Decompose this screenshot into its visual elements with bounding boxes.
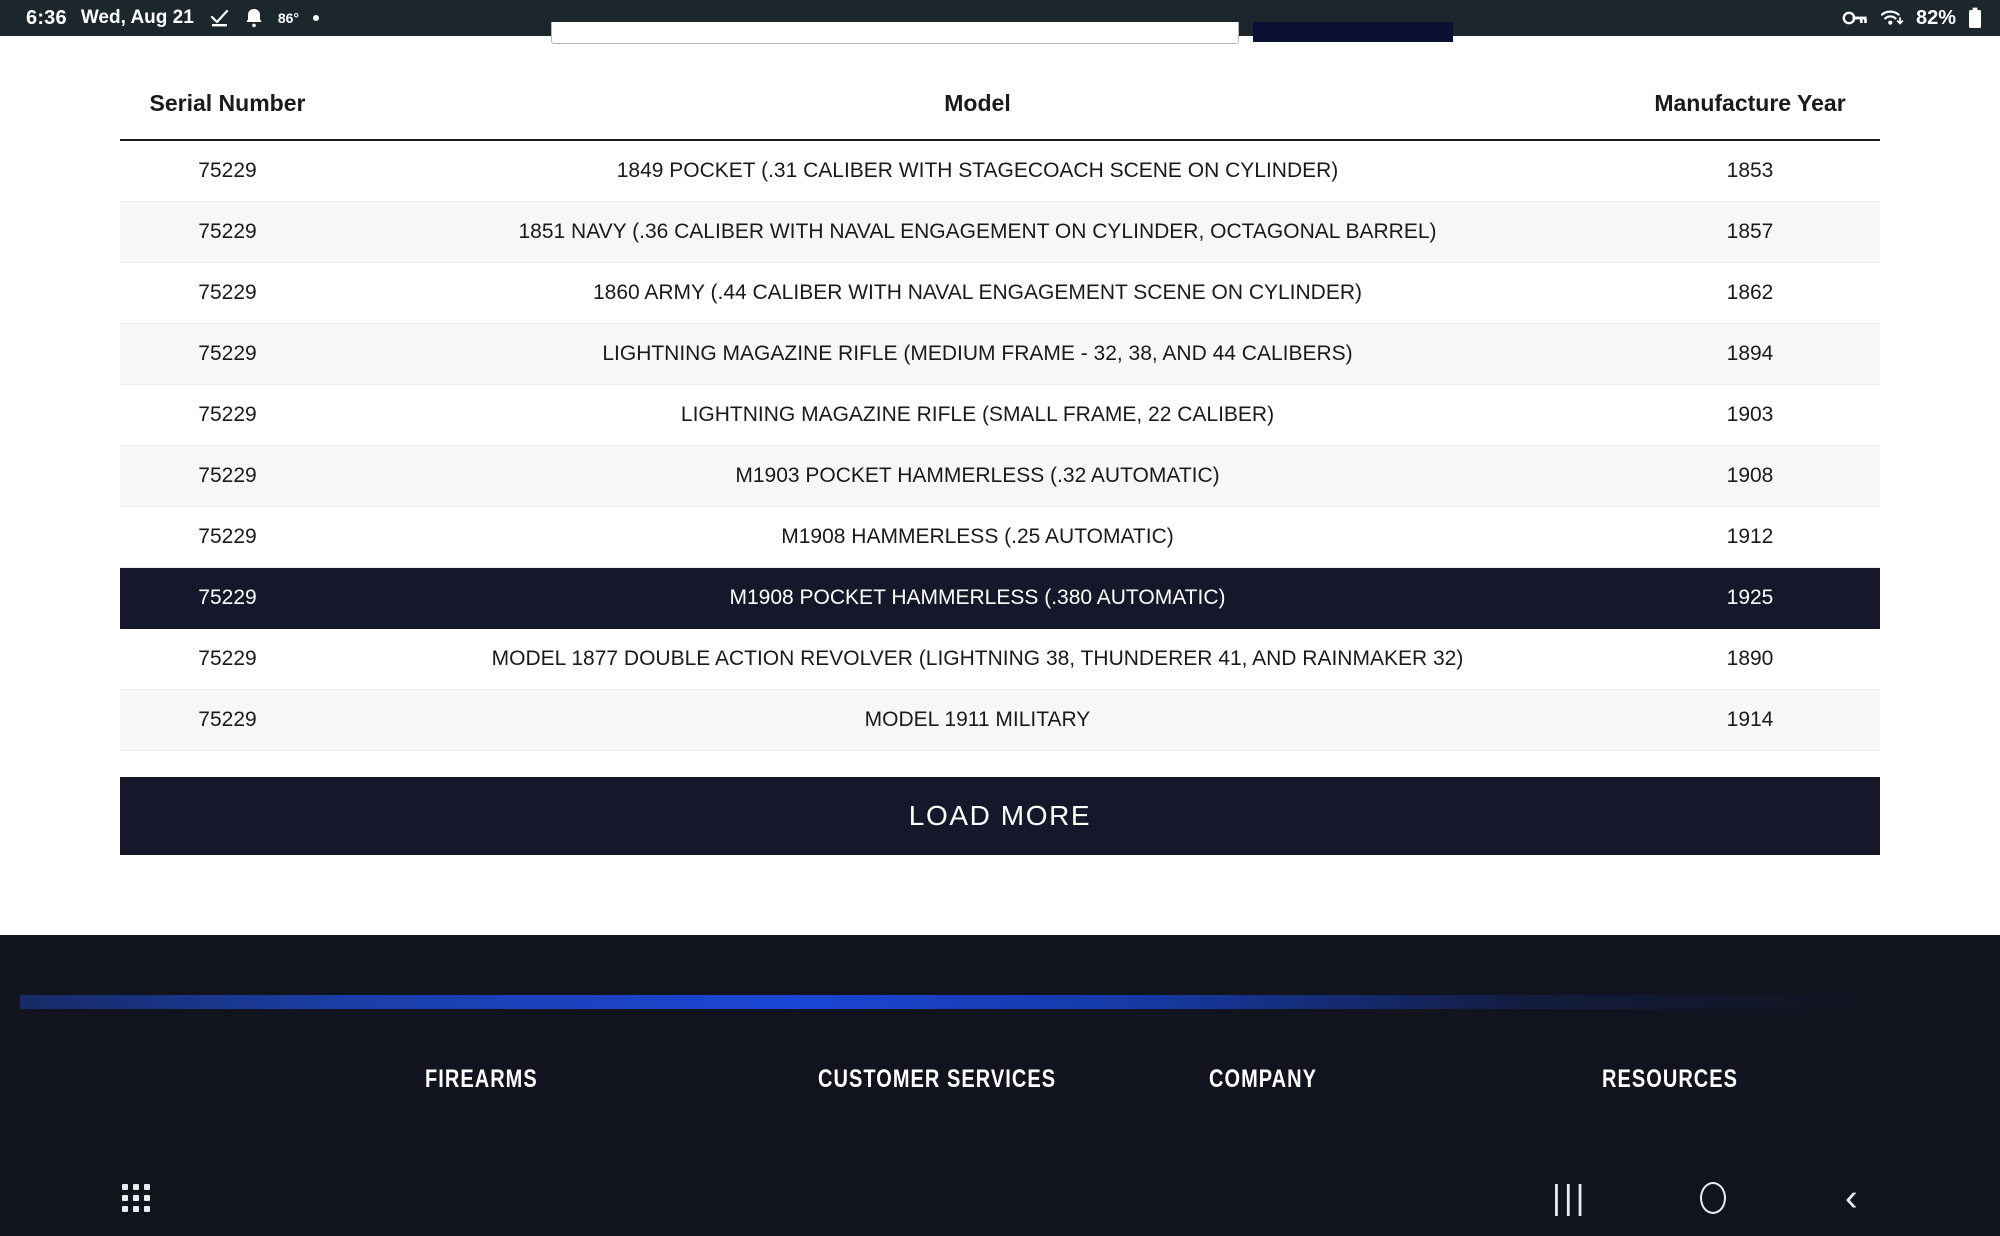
page-content: Serial Number Model Manufacture Year 752… <box>0 22 2000 1236</box>
wifi-icon <box>1880 9 1904 27</box>
cell-manufacture-year: 1914 <box>1620 689 1880 751</box>
footer-column-customer-services[interactable]: CUSTOMER SERVICES <box>818 1065 1056 1094</box>
table-row[interactable]: 75229 MODEL 1877 DOUBLE ACTION REVOLVER (… <box>120 628 1880 690</box>
serial-number-results-table: Serial Number Model Manufacture Year 752… <box>120 58 1880 751</box>
cell-model: LIGHTNING MAGAZINE RIFLE (SMALL FRAME, 2… <box>335 384 1620 446</box>
status-bar-temperature: 86° <box>277 10 299 26</box>
table-row[interactable]: 75229 1851 NAVY (.36 CALIBER WITH NAVAL E… <box>120 201 1880 263</box>
status-bar-clock: 6:36 <box>26 6 67 29</box>
table-row[interactable]: 75229 M1903 POCKET HAMMERLESS (.32 AUTOMA… <box>120 445 1880 507</box>
cell-manufacture-year: 1903 <box>1620 384 1880 446</box>
cell-serial-number: 75229 <box>120 445 335 507</box>
cell-model: MODEL 1911 MILITARY <box>335 689 1620 751</box>
cell-manufacture-year: 1857 <box>1620 201 1880 263</box>
table-row[interactable]: 75229 MODEL 1911 MILITARY 1914 <box>120 689 1880 751</box>
cell-serial-number: 75229 <box>120 689 335 751</box>
search-input[interactable] <box>551 22 1239 44</box>
cell-serial-number: 75229 <box>120 201 335 263</box>
battery-percentage: 82% <box>1915 6 1956 29</box>
checkmark-underline-icon <box>208 7 230 29</box>
cell-serial-number: 75229 <box>120 628 335 690</box>
footer-column-firearms[interactable]: FIREARMS <box>425 1065 538 1094</box>
table-row[interactable]: 75229 1860 ARMY (.44 CALIBER WITH NAVAL E… <box>120 262 1880 324</box>
home-icon[interactable] <box>1700 1182 1726 1214</box>
table-head: Serial Number Model Manufacture Year <box>120 58 1880 141</box>
cell-model: LIGHTNING MAGAZINE RIFLE (MEDIUM FRAME -… <box>335 323 1620 385</box>
cell-serial-number: 75229 <box>120 506 335 568</box>
footer-accent-bar <box>20 995 1865 1009</box>
footer-column-company[interactable]: COMPANY <box>1209 1065 1317 1094</box>
table-row[interactable]: 75229 1849 POCKET (.31 CALIBER WITH STAGE… <box>120 140 1880 202</box>
cell-model: 1860 ARMY (.44 CALIBER WITH NAVAL ENGAGE… <box>335 262 1620 324</box>
table-body: 75229 1849 POCKET (.31 CALIBER WITH STAGE… <box>120 140 1880 751</box>
cell-serial-number: 75229 <box>120 262 335 324</box>
clipped-controls-strip <box>0 22 2000 58</box>
footer-nav: FIREARMS CUSTOMER SERVICES COMPANY RESOU… <box>0 1065 2000 1125</box>
load-more-button[interactable]: LOAD MORE <box>120 777 1880 855</box>
table-row[interactable]: 75229 LIGHTNING MAGAZINE RIFLE (SMALL FRA… <box>120 384 1880 446</box>
cell-serial-number: 75229 <box>120 140 335 202</box>
status-bar-indicator-dot <box>313 15 319 21</box>
cell-model: M1908 HAMMERLESS (.25 AUTOMATIC) <box>335 506 1620 568</box>
cell-manufacture-year: 1853 <box>1620 140 1880 202</box>
cell-model: 1851 NAVY (.36 CALIBER WITH NAVAL ENGAGE… <box>335 201 1620 263</box>
cell-serial-number: 75229 <box>120 384 335 446</box>
cell-manufacture-year: 1925 <box>1620 567 1880 629</box>
status-bar-left: 6:36 Wed, Aug 21 86° <box>26 7 319 30</box>
battery-icon <box>1968 7 1982 29</box>
cell-model: M1908 POCKET HAMMERLESS (.380 AUTOMATIC) <box>335 567 1620 629</box>
cell-manufacture-year: 1908 <box>1620 445 1880 507</box>
cell-model: M1903 POCKET HAMMERLESS (.32 AUTOMATIC) <box>335 445 1620 507</box>
column-header-model[interactable]: Model <box>335 58 1620 141</box>
cell-model: 1849 POCKET (.31 CALIBER WITH STAGECOACH… <box>335 140 1620 202</box>
search-submit-button[interactable] <box>1253 22 1453 42</box>
cell-manufacture-year: 1912 <box>1620 506 1880 568</box>
recents-icon[interactable]: ||| <box>1552 1179 1588 1218</box>
cell-serial-number: 75229 <box>120 323 335 385</box>
cell-manufacture-year: 1862 <box>1620 262 1880 324</box>
cell-manufacture-year: 1894 <box>1620 323 1880 385</box>
apps-grid-icon[interactable] <box>122 1184 150 1212</box>
cell-manufacture-year: 1890 <box>1620 628 1880 690</box>
back-icon[interactable]: ‹ <box>1845 1177 1858 1220</box>
table-row[interactable]: 75229 LIGHTNING MAGAZINE RIFLE (MEDIUM FR… <box>120 323 1880 385</box>
cell-serial-number: 75229 <box>120 567 335 629</box>
status-bar-date: Wed, Aug 21 <box>80 7 194 28</box>
table-row[interactable]: 75229 M1908 HAMMERLESS (.25 AUTOMATIC) 191… <box>120 506 1880 568</box>
table-row[interactable]: 75229 M1908 POCKET HAMMERLESS (.380 AUTOM… <box>120 567 1880 629</box>
column-header-manufacture-year[interactable]: Manufacture Year <box>1620 58 1880 141</box>
android-navigation-bar: ||| ‹ <box>0 1160 2000 1236</box>
vpn-key-icon <box>1842 10 1868 26</box>
site-footer: FIREARMS CUSTOMER SERVICES COMPANY RESOU… <box>0 935 2000 1160</box>
footer-column-resources[interactable]: RESOURCES <box>1602 1065 1738 1094</box>
status-bar-right: 82% <box>1842 7 1982 30</box>
cell-model: MODEL 1877 DOUBLE ACTION REVOLVER (LIGHT… <box>335 628 1620 690</box>
table-header-row: Serial Number Model Manufacture Year <box>120 58 1880 141</box>
bell-icon <box>244 7 264 29</box>
column-header-serial-number[interactable]: Serial Number <box>120 58 335 141</box>
